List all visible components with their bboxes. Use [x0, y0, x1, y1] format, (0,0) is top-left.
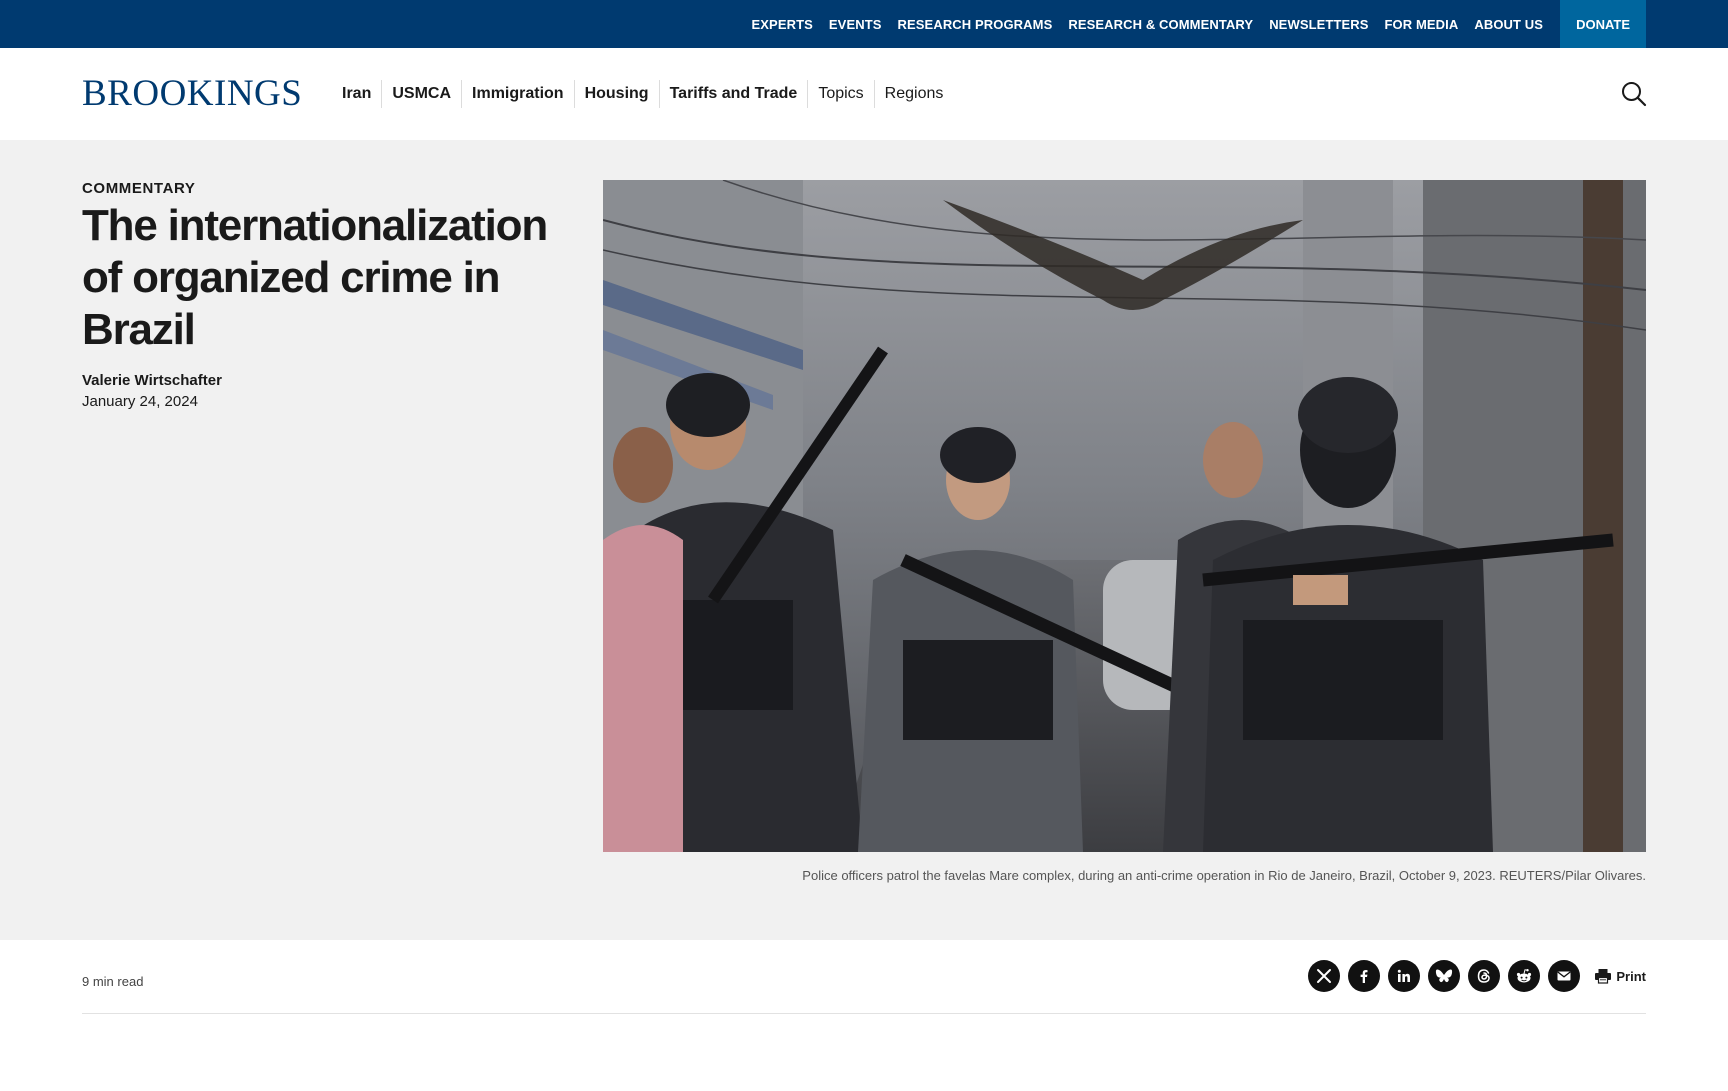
share-icons: Print: [1300, 960, 1646, 992]
utility-bar: EXPERTS EVENTS RESEARCH PROGRAMS RESEARC…: [0, 0, 1728, 48]
hero-image: [603, 180, 1646, 852]
linkedin-icon: [1398, 969, 1411, 982]
utility-link-events[interactable]: EVENTS: [829, 17, 882, 32]
utility-link-for-media[interactable]: FOR MEDIA: [1385, 17, 1459, 32]
author-link[interactable]: Valerie Wirtschafter: [82, 372, 222, 389]
bluesky-share-button[interactable]: [1428, 960, 1461, 992]
utility-link-experts[interactable]: EXPERTS: [752, 17, 813, 32]
article-hero: COMMENTARY The internationalization of o…: [0, 140, 1728, 940]
facebook-share-button[interactable]: [1348, 960, 1381, 992]
main-header: BROOKINGS Iran USMCA Immigration Housing…: [0, 48, 1728, 140]
share-bar: 9 min read Print: [82, 940, 1646, 1014]
donate-button[interactable]: DONATE: [1560, 0, 1646, 48]
nav-item-tariffs-and-trade[interactable]: Tariffs and Trade: [658, 80, 808, 108]
utility-link-research-programs[interactable]: RESEARCH PROGRAMS: [898, 17, 1053, 32]
reddit-share-button[interactable]: [1508, 960, 1541, 992]
print-label: Print: [1616, 968, 1646, 984]
reddit-icon: [1517, 969, 1532, 983]
publish-date: January 24, 2024: [82, 393, 198, 410]
read-time: 9 min read: [82, 974, 144, 989]
x-icon: [1317, 969, 1332, 983]
utility-link-research-commentary[interactable]: RESEARCH & COMMENTARY: [1068, 17, 1253, 32]
utility-nav: EXPERTS EVENTS RESEARCH PROGRAMS RESEARC…: [736, 0, 1646, 48]
email-icon: [1557, 971, 1571, 981]
brookings-logo[interactable]: BROOKINGS: [82, 72, 302, 115]
search-icon: [1622, 82, 1647, 107]
utility-link-about-us[interactable]: ABOUT US: [1474, 17, 1543, 32]
nav-item-topics[interactable]: Topics: [807, 80, 873, 108]
image-caption: Police officers patrol the favelas Mare …: [802, 868, 1646, 883]
nav-item-regions[interactable]: Regions: [873, 80, 954, 108]
bluesky-icon: [1436, 969, 1453, 983]
email-share-button[interactable]: [1548, 960, 1581, 992]
printer-icon: [1595, 969, 1612, 984]
linkedin-share-button[interactable]: [1388, 960, 1421, 992]
nav-item-iran[interactable]: Iran: [332, 80, 381, 108]
article-type-label[interactable]: COMMENTARY: [82, 180, 196, 197]
primary-nav: Iran USMCA Immigration Housing Tariffs a…: [332, 78, 953, 110]
nav-item-usmca[interactable]: USMCA: [381, 80, 461, 108]
utility-link-newsletters[interactable]: NEWSLETTERS: [1269, 17, 1368, 32]
threads-share-button[interactable]: [1468, 960, 1501, 992]
threads-icon: [1478, 969, 1491, 983]
nav-item-housing[interactable]: Housing: [573, 80, 659, 108]
search-button[interactable]: [1620, 80, 1648, 108]
print-button[interactable]: Print: [1594, 968, 1646, 984]
nav-item-immigration[interactable]: Immigration: [461, 80, 574, 108]
facebook-icon: [1360, 970, 1368, 983]
page-title: The internationalization of organized cr…: [82, 201, 548, 354]
x-share-button[interactable]: [1308, 960, 1341, 992]
